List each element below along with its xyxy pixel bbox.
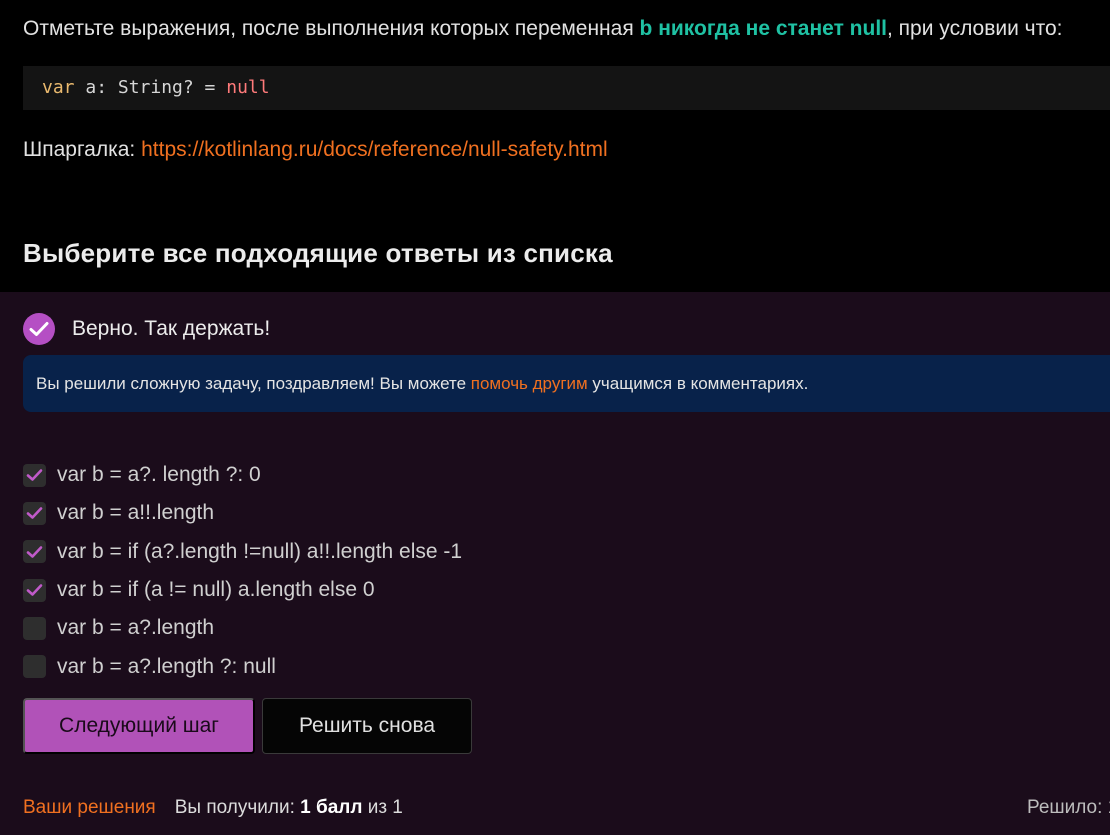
code-snippet: var a: String? = null	[23, 66, 1110, 110]
code-null-literal: null	[226, 77, 270, 98]
score-footer: Ваши решения Вы получили: 1 балл из 1	[23, 797, 403, 819]
cheat-sheet-line: Шпаргалка: https://kotlinlang.ru/docs/re…	[23, 137, 608, 163]
checkmark-icon	[26, 507, 43, 520]
answer-options-list: var b = a?. length ?: 0 var b = a!!.lengt…	[23, 456, 462, 686]
question-section: Отметьте выражения, после выполнения кот…	[0, 0, 1110, 292]
success-notice: Вы решили сложную задачу, поздравляем! В…	[23, 355, 1110, 412]
checkbox-checked[interactable]	[23, 501, 46, 525]
answer-option-label: var b = a?. length ?: 0	[57, 463, 261, 487]
cheat-sheet-link[interactable]: https://kotlinlang.ru/docs/reference/nul…	[141, 138, 608, 161]
help-others-link[interactable]: помочь другим	[471, 374, 588, 393]
question-text-end: , при условии что:	[887, 17, 1063, 40]
checkbox-checked[interactable]	[23, 578, 46, 602]
checkmark-icon	[26, 584, 43, 596]
answer-option-label: var b = a!!.length	[57, 501, 215, 525]
answer-section: Верно. Так держать! Вы решили сложную за…	[0, 292, 1110, 835]
question-text: Отметьте выражения, после выполнения кот…	[23, 16, 1063, 42]
answer-option-label: var b = a?.length	[57, 616, 215, 640]
code-keyword: var	[42, 77, 75, 98]
score-value: 1 балл	[300, 797, 363, 818]
checkbox-unchecked[interactable]	[23, 655, 46, 679]
feedback-status-text: Верно. Так держать!	[72, 317, 271, 340]
solve-again-button[interactable]: Решить снова	[262, 698, 472, 754]
notice-text-start: Вы решили сложную задачу, поздравляем! В…	[36, 374, 471, 393]
checkbox-checked[interactable]	[23, 540, 46, 564]
your-solutions-link[interactable]: Ваши решения	[23, 797, 156, 818]
answer-option[interactable]: var b = if (a != null) a.length else 0	[23, 571, 462, 609]
feedback-status: Верно. Так держать!	[23, 312, 270, 346]
next-step-button[interactable]: Следующий шаг	[23, 698, 255, 754]
notice-text-end: учащимся в комментариях.	[587, 374, 809, 393]
score-max: из 1	[362, 797, 403, 818]
checkmark-icon	[26, 469, 43, 481]
answer-option[interactable]: var b = a?.length	[23, 609, 462, 647]
checkbox-checked[interactable]	[23, 463, 46, 487]
choose-answers-title: Выберите все подходящие ответы из списка	[23, 238, 613, 268]
checkbox-unchecked[interactable]	[23, 616, 46, 640]
answer-option[interactable]: var b = if (a?.length !=null) a!!.length…	[23, 533, 462, 571]
answer-option[interactable]: var b = a!!.length	[23, 494, 462, 532]
answer-option[interactable]: var b = a?. length ?: 0	[23, 456, 462, 494]
cheat-sheet-label: Шпаргалка:	[23, 138, 142, 161]
answer-option-label: var b = a?.length ?: null	[57, 654, 276, 678]
question-highlight: b никогда не станет null	[639, 17, 888, 40]
score-label: Вы получили:	[174, 797, 301, 818]
checkmark-icon	[26, 545, 43, 558]
answer-option[interactable]: var b = a?.length ?: null	[23, 647, 462, 685]
question-text-start: Отметьте выражения, после выполнения кот…	[23, 17, 640, 40]
answer-option-label: var b = if (a != null) a.length else 0	[57, 578, 375, 602]
step-page: Отметьте выражения, после выполнения кот…	[0, 0, 1110, 835]
answer-option-label: var b = if (a?.length !=null) a!!.length…	[57, 539, 463, 563]
checkmark-icon	[23, 313, 55, 345]
code-declaration: a: String? =	[74, 77, 227, 98]
solved-count: Решило: 1	[1027, 797, 1110, 818]
